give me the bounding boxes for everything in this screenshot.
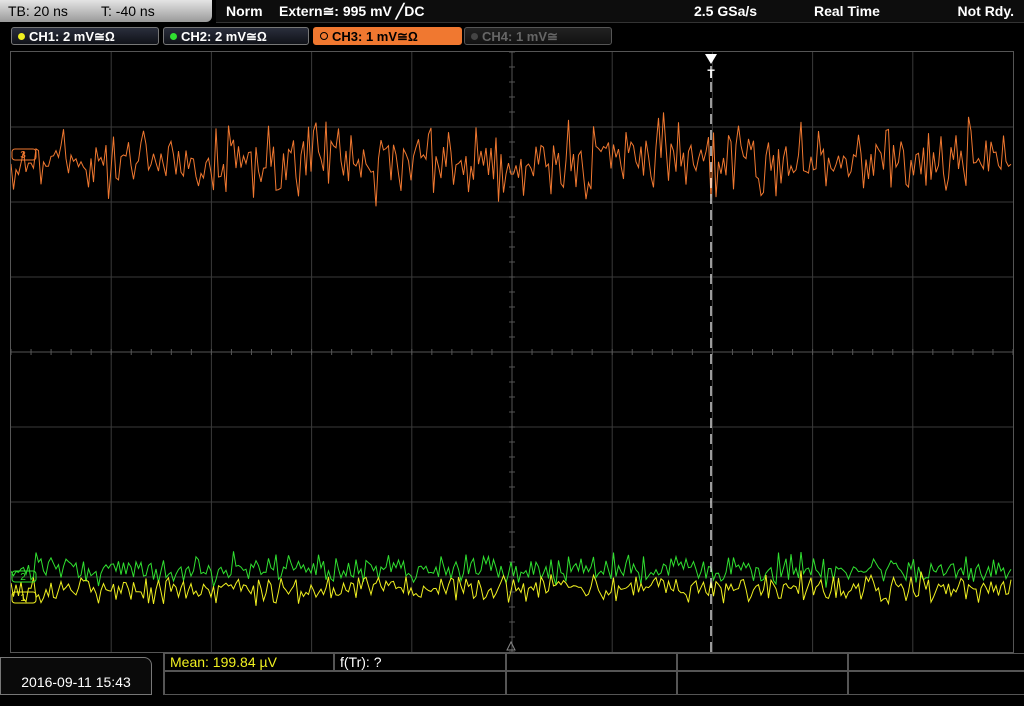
top-bar: TB: 20 ns T: -40 ns Norm Extern≅: 995 mV… <box>0 0 1024 25</box>
timebase-label: TB: 20 ns <box>8 3 68 19</box>
trigger-frequency-measurement: f(Tr): ? <box>340 654 382 670</box>
trigger-mode[interactable]: Norm <box>226 0 263 22</box>
waveform-canvas: T 3 2 1 <box>11 52 1013 652</box>
tab-ch2[interactable]: CH2: 2 mV≅Ω <box>163 27 309 45</box>
ch4-indicator-icon <box>471 33 478 40</box>
measurement-table[interactable]: Mean: 199.84 µV f(Tr): ? <box>163 653 1024 695</box>
bottom-bar: 2016-09-11 15:43 Mean: 199.84 µV f(Tr): … <box>0 653 1024 695</box>
tab-ch1[interactable]: CH1: 2 mV≅Ω <box>11 27 159 45</box>
ch2-waveform <box>11 551 1012 588</box>
ch1-waveform <box>11 570 1012 606</box>
center-marker-icon <box>506 640 516 651</box>
ch2-marker-label: 2 <box>20 572 26 583</box>
tab-ch3[interactable]: CH3: 1 mV≅Ω <box>313 27 462 45</box>
ch3-marker-label: 3 <box>20 150 26 161</box>
graticule <box>11 52 1013 652</box>
datetime-label: 2016-09-11 15:43 <box>21 674 131 690</box>
timebase-box[interactable]: TB: 20 ns T: -40 ns <box>0 0 212 22</box>
ch1-marker-label: 1 <box>20 593 26 604</box>
ch4-label: CH4: 1 mV≅ <box>482 29 558 44</box>
trigger-offset-label: T: -40 ns <box>101 3 155 19</box>
trigger-source[interactable]: Extern≅: 995 mV ╱DC <box>279 0 424 22</box>
ch3-label: CH3: 1 mV≅Ω <box>332 29 418 44</box>
ch1-indicator-icon <box>18 33 25 40</box>
ch1-level-marker[interactable]: 1 <box>11 591 37 604</box>
ch3-indicator-icon <box>320 32 328 40</box>
ch3-level-marker[interactable]: 3 <box>11 148 37 161</box>
waveform-display[interactable]: T 3 2 1 <box>10 51 1014 653</box>
acquisition-mode: Real Time <box>814 3 880 19</box>
channel-tabs: CH1: 2 mV≅Ω CH2: 2 mV≅Ω CH3: 1 mV≅Ω CH4:… <box>0 25 1024 49</box>
sample-rate: 2.5 GSa/s <box>694 3 758 19</box>
mean-measurement: Mean: 199.84 µV <box>170 654 277 670</box>
status-bar: Norm Extern≅: 995 mV ╱DC 2.5 GSa/s Real … <box>216 0 1024 23</box>
acquisition-state: Not Rdy. <box>957 3 1014 19</box>
ch2-label: CH2: 2 mV≅Ω <box>181 29 267 44</box>
ch1-label: CH1: 2 mV≅Ω <box>29 29 115 44</box>
tab-ch4[interactable]: CH4: 1 mV≅ <box>464 27 612 45</box>
trigger-position-icon[interactable] <box>705 54 717 64</box>
datetime-display: 2016-09-11 15:43 <box>0 657 152 695</box>
ch2-indicator-icon <box>170 33 177 40</box>
